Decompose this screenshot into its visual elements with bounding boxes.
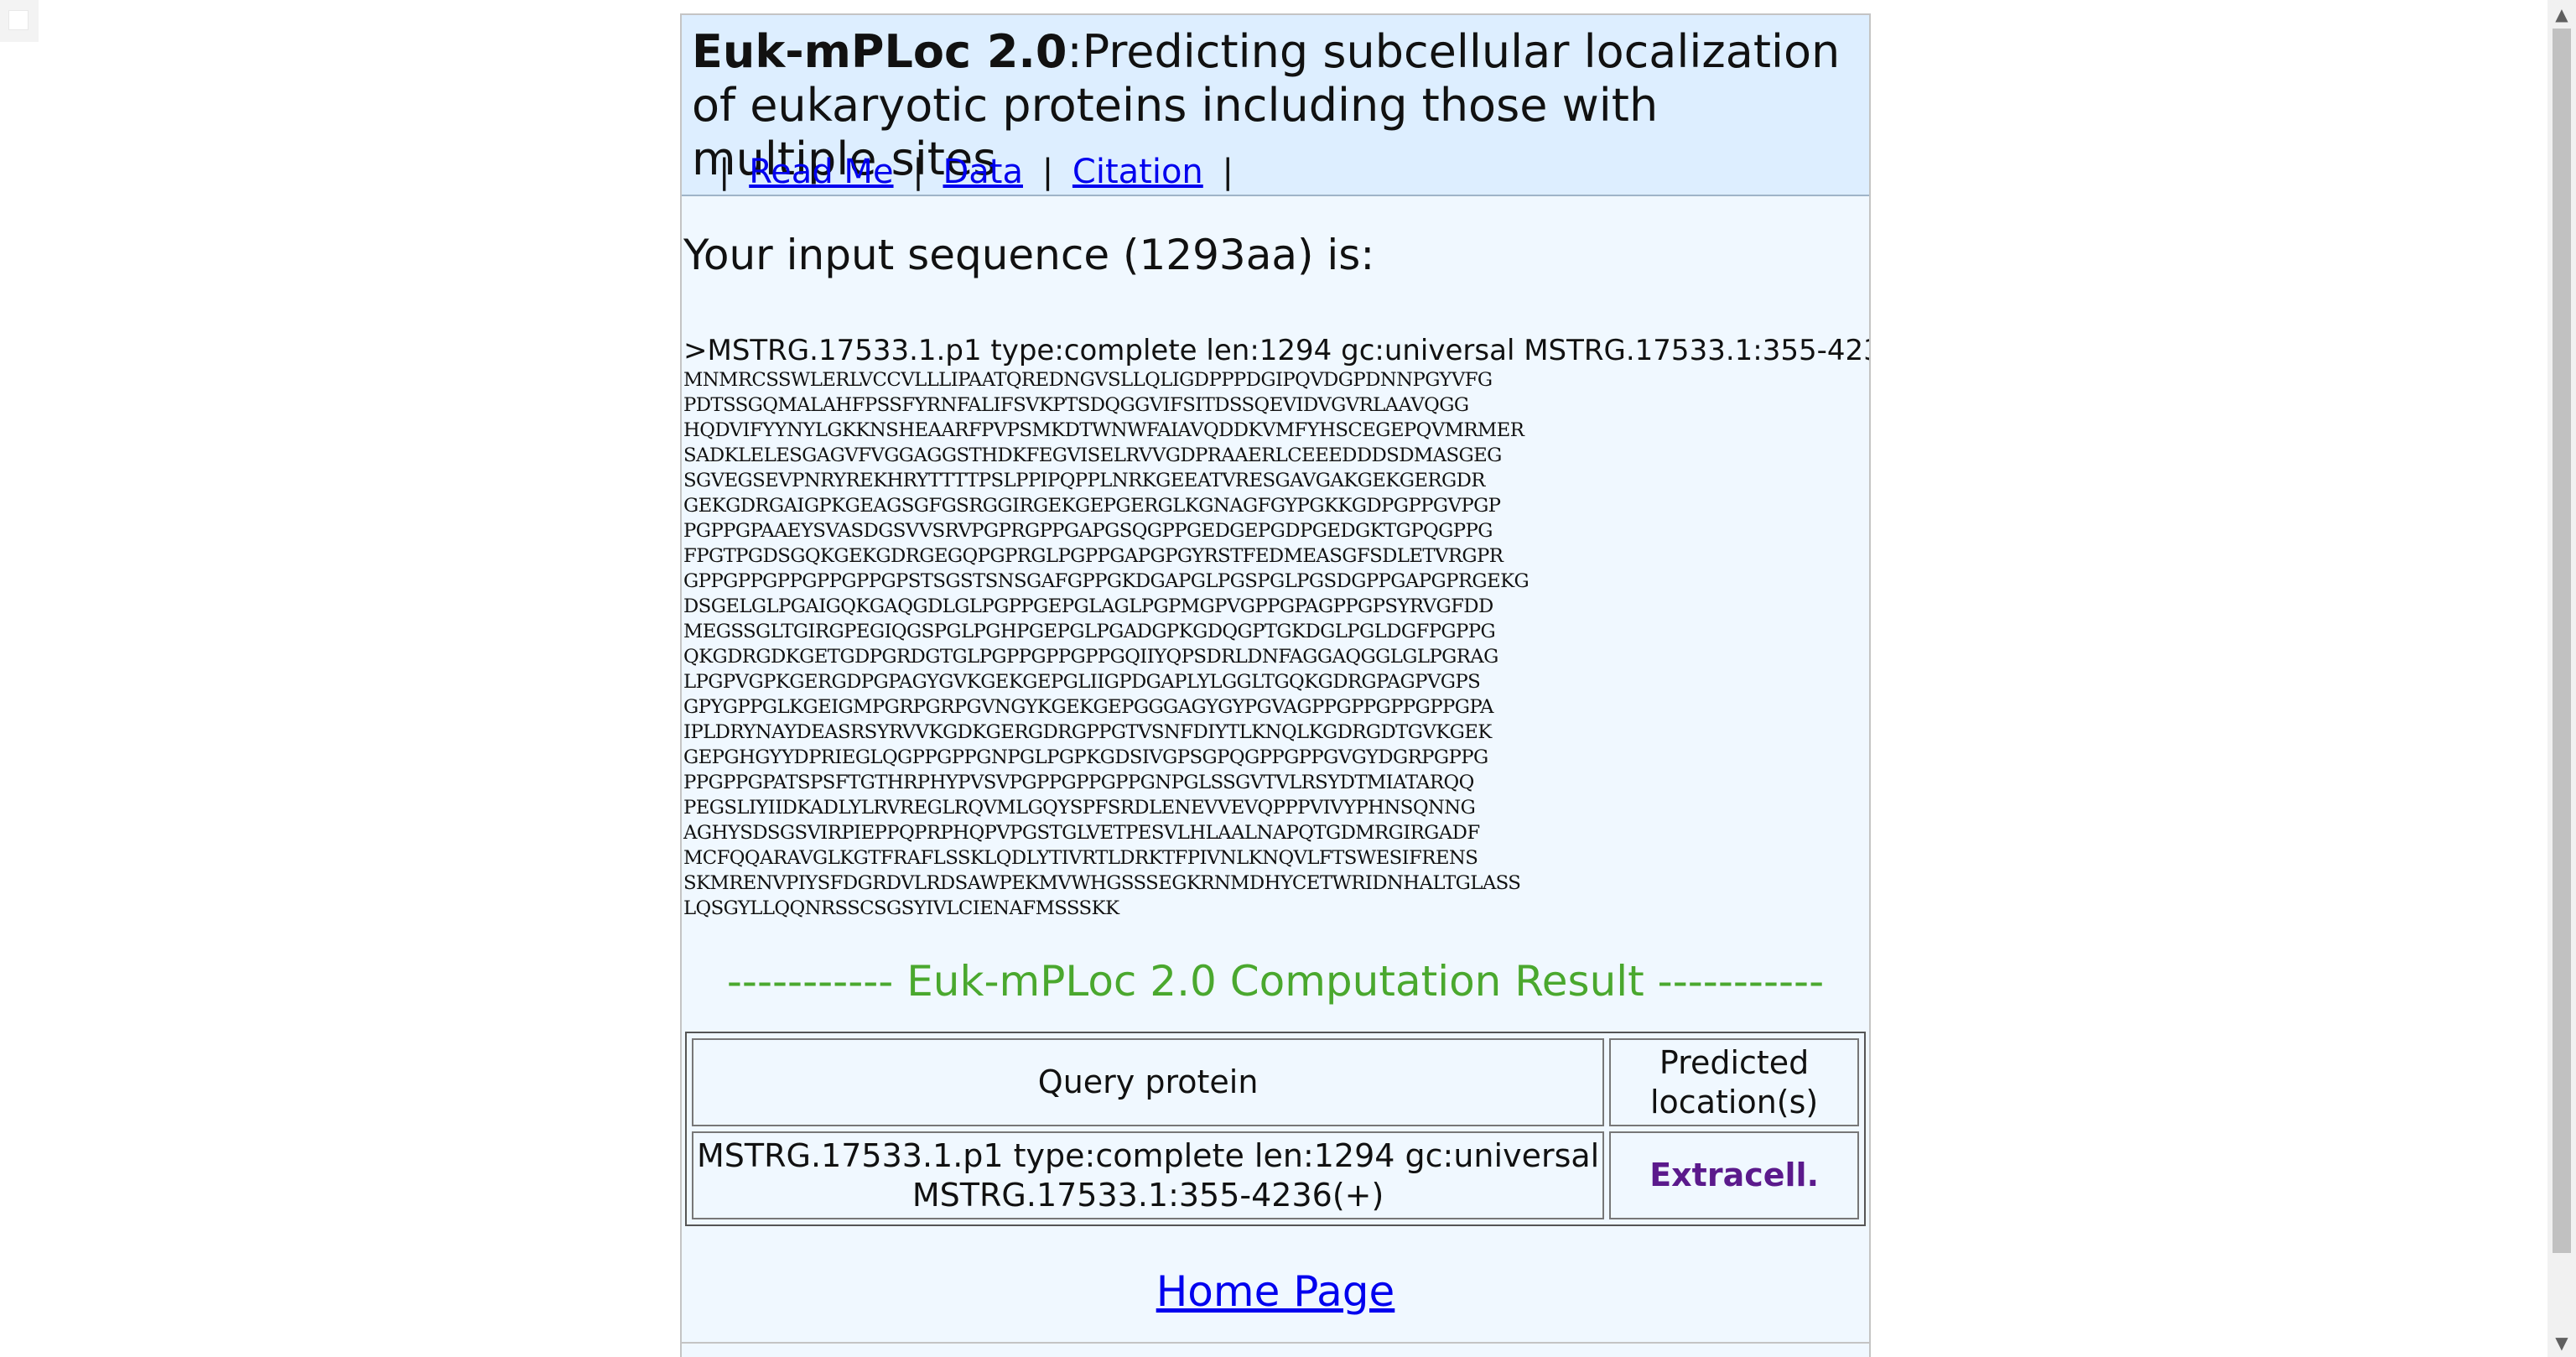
page-container: Euk-mPLoc 2.0:Predicting subcellular loc… xyxy=(680,13,1871,1357)
sequence-line: LPGPVGPKGERGDPGPAGYGVKGEKGEPGLIIGPDGAPLY… xyxy=(683,671,1481,693)
table-row: MSTRG.17533.1.p1 type:complete len:1294 … xyxy=(692,1131,1859,1219)
sequence-line: QKGDRGDKGETGDPGRDGTGLPGPPGPPGPPGQIIYQPSD… xyxy=(683,646,1498,668)
predicted-location-cell: Extracell. xyxy=(1609,1131,1859,1219)
sequence-line: PPGPPGPATSPSFTGTHRPHYPVSVPGPPGPPGPPGNPGL… xyxy=(683,772,1474,793)
sequence-line: MNMRCSSWLERLVCCVLLLIPAATQREDNGVSLLQLIGDP… xyxy=(683,369,1493,391)
sequence-line: SGVEGSEVPNRYREKHRYTTTTPSLPPIPQPPLNRKGEEA… xyxy=(683,470,1485,491)
column-header-location: Predicted location(s) xyxy=(1609,1038,1859,1126)
sequence-line: GEPGHGYYDPRIEGLQGPPGPPGNPGLPGPKGDSIVGPSG… xyxy=(683,746,1488,768)
column-header-query: Query protein xyxy=(692,1038,1605,1126)
sequence-line: HQDVIFYYNYLGKKNSHEAARFPVPSMKDTWNWFAIAVQD… xyxy=(683,419,1524,441)
result-table: Query protein Predicted location(s) MSTR… xyxy=(685,1032,1866,1226)
browser-corner-icon xyxy=(0,0,39,42)
sequence-line: LQSGYLLQQNRSSCSGSYIVLCIENAFMSSSKK xyxy=(683,897,1119,919)
scroll-down-arrow-icon[interactable]: ▼ xyxy=(2547,1328,2576,1357)
sequence-block: MNMRCSSWLERLVCCVLLLIPAATQREDNGVSLLQLIGDP… xyxy=(683,367,1530,921)
scroll-up-arrow-icon[interactable]: ▲ xyxy=(2547,0,2576,29)
sequence-line: SKMRENVPIYSFDGRDVLRDSAWPEKMVWHGSSSEGKRNM… xyxy=(683,872,1521,894)
scroll-thumb[interactable] xyxy=(2553,29,2571,1253)
sequence-line: MCFQQARAVGLKGTFRAFLSSKLQDLYTIVRTLDRKTFPI… xyxy=(683,847,1478,869)
fasta-header: >MSTRG.17533.1.p1 type:complete len:1294… xyxy=(683,334,1871,367)
nav-data-link[interactable]: Data xyxy=(943,153,1023,191)
sequence-line: IPLDRYNAYDEASRSYRVVKGDKGERGDRGPPGTVSNFDI… xyxy=(683,721,1492,743)
nav-separator: | xyxy=(719,153,730,191)
nav-citation-link[interactable]: Citation xyxy=(1072,153,1203,191)
sequence-line: AGHYSDSGSVIRPIEPPQPRPHQPVPGSTGLVETPESVLH… xyxy=(683,822,1480,844)
home-page-link[interactable]: Home Page xyxy=(1156,1267,1395,1316)
footer-divider xyxy=(682,1342,1869,1344)
sequence-line: GPPGPPGPPGPPGPPGPSTSGSTSNSGAFGPPGKDGAPGL… xyxy=(683,570,1530,592)
nav-separator: | xyxy=(1041,153,1054,191)
sequence-line: DSGELGLPGAIGQKGAQGDLGLPGPPGEPGLAGLPGPMGP… xyxy=(683,595,1493,617)
sequence-line: GEKGDRGAIGPKGEAGSGFGSRGGIRGEKGEPGERGLKGN… xyxy=(683,495,1501,517)
input-sequence-heading: Your input sequence (1293aa) is: xyxy=(683,231,1375,279)
nav-separator: | xyxy=(1222,153,1233,191)
home-link-container: Home Page xyxy=(682,1266,1869,1317)
query-protein-cell: MSTRG.17533.1.p1 type:complete len:1294 … xyxy=(692,1131,1605,1219)
sequence-line: MEGSSGLTGIRGPEGIQGSPGLPGHPGEPGLPGADGPKGD… xyxy=(683,621,1496,642)
nav-separator: | xyxy=(912,153,924,191)
sequence-line: GPYGPPGLKGEIGMPGRPGRPGVNGYKGEKGEPGGGAGYG… xyxy=(683,696,1493,718)
sequence-line: PDTSSGQMALAHFPSSFYRNFALIFSVKPTSDQGGVIFSI… xyxy=(683,394,1469,416)
vertical-scrollbar[interactable]: ▲ ▼ xyxy=(2547,0,2576,1357)
sequence-line: SADKLELESGAGVFVGGAGGSTHDKFEGVISELRVVGDPR… xyxy=(683,445,1502,466)
result-title: ----------- Euk-mPLoc 2.0 Computation Re… xyxy=(726,957,1825,1006)
sequence-line: PGPPGPAAEYSVASDGSVVSRVPGPRGPPGAPGSQGPPGE… xyxy=(683,520,1493,542)
page-header: Euk-mPLoc 2.0:Predicting subcellular loc… xyxy=(682,13,1869,196)
nav-read-me-link[interactable]: Read Me xyxy=(749,153,893,191)
sequence-line: PEGSLIYIIDKADLYLRVREGLRQVMLGQYSPFSRDLENE… xyxy=(683,797,1476,819)
top-nav: | Read Me | Data | Citation | xyxy=(719,151,1233,193)
title-bold: Euk-mPLoc 2.0 xyxy=(692,25,1067,78)
sequence-line: FPGTPGDSGQKGEKGDRGEGQPGPRGLPGPPGAPGPGYRS… xyxy=(683,545,1504,567)
table-header-row: Query protein Predicted location(s) xyxy=(692,1038,1859,1126)
